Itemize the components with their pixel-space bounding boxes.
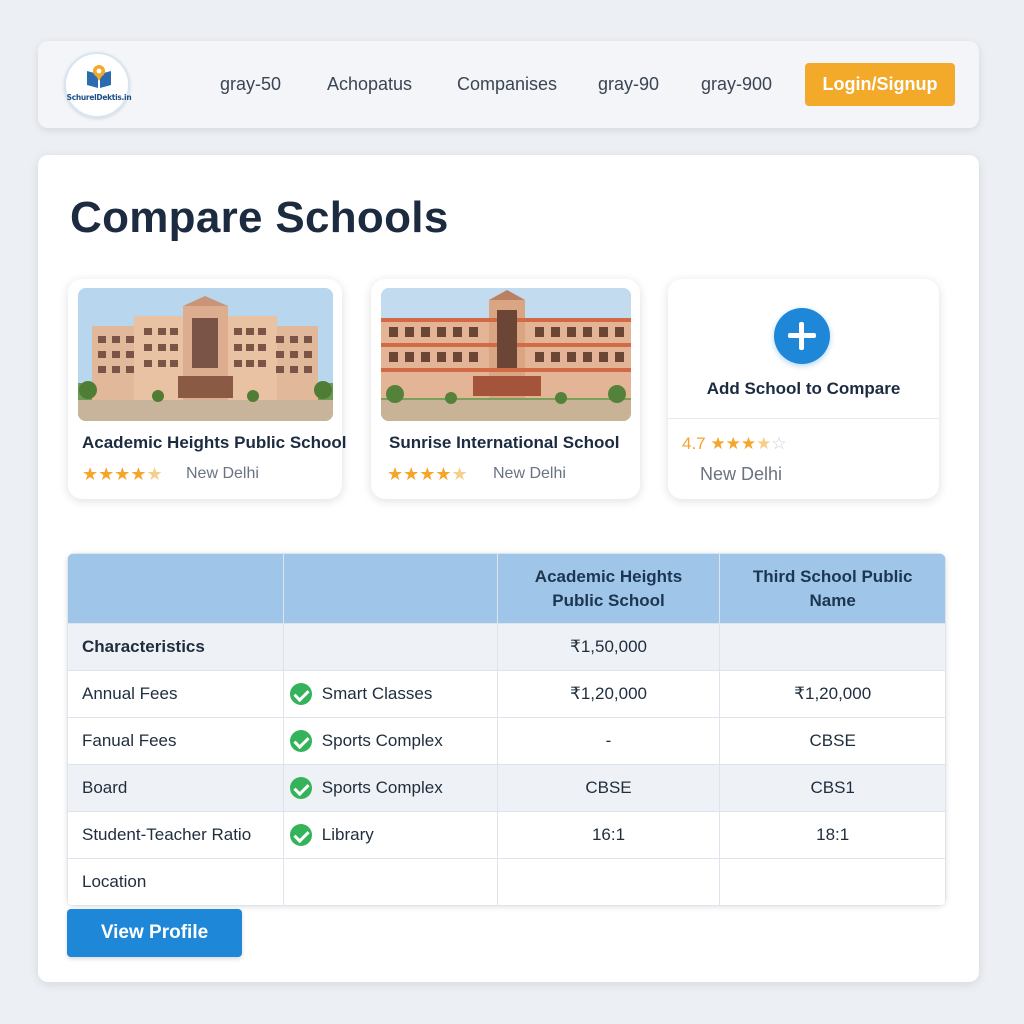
table-row: Board Sports Complex CBSE CBS1 xyxy=(67,764,946,812)
table-row: Characteristics ₹1,50,000 xyxy=(67,623,946,671)
table-row: Fanual Fees Sports Complex - CBSE xyxy=(67,717,946,765)
feature-cell: Smart Classes xyxy=(282,670,498,718)
feature-cell: Sports Complex xyxy=(282,717,498,765)
school-name: Academic Heights Public School xyxy=(82,433,347,452)
column-header xyxy=(282,553,498,624)
check-circle-icon xyxy=(289,730,312,752)
nav-item-achopatus[interactable]: Achopatus xyxy=(327,74,412,95)
school-card-academic-heights[interactable]: Academic Heights Public School ★★★★★ New… xyxy=(68,279,347,499)
row-label: Student-Teacher Ratio xyxy=(67,811,284,859)
row-label: Characteristics xyxy=(67,623,284,671)
nav-item-gray-90[interactable]: gray-90 xyxy=(598,74,659,95)
add-school-card[interactable]: Add School to Compare 4.7 ★★★★☆ New Delh… xyxy=(668,279,939,499)
value-cell: ₹1,20,000 xyxy=(719,670,946,718)
school-city: New Delhi xyxy=(186,465,259,482)
column-header-school-1: Academic Heights Public School xyxy=(496,553,721,624)
value-cell xyxy=(719,858,946,906)
school-name: Sunrise International School xyxy=(389,433,620,452)
rating-stars-icon: 4.7 ★★★★☆ xyxy=(682,434,787,453)
check-circle-icon xyxy=(289,683,312,705)
value-cell xyxy=(719,623,946,671)
value-cell: 18:1 xyxy=(719,811,946,859)
value-cell: CBS1 xyxy=(719,764,946,812)
nav-item-gray-900[interactable]: gray-900 xyxy=(701,74,772,95)
feature-cell xyxy=(282,623,498,671)
feature-cell: Sports Complex xyxy=(282,764,498,812)
page-title: Compare Schools xyxy=(70,193,449,242)
feature-cell xyxy=(282,858,498,906)
add-school-label: Add School to Compare xyxy=(706,379,901,398)
column-header xyxy=(67,553,284,624)
book-location-icon xyxy=(87,65,111,88)
table-row: Location xyxy=(67,858,946,906)
school-city: New Delhi xyxy=(493,465,566,482)
column-header-school-2: Third School Public Name xyxy=(719,553,946,624)
value-cell: ₹1,50,000 xyxy=(496,623,721,671)
compare-panel: Compare Schools Academic Heights Public … xyxy=(38,155,979,982)
row-label: Annual Fees xyxy=(67,670,284,718)
value-cell: - xyxy=(496,717,721,765)
school-city: New Delhi xyxy=(700,464,783,484)
view-profile-button[interactable]: View Profile xyxy=(67,909,242,957)
site-logo[interactable]: SchurelDektis.in xyxy=(64,52,132,118)
table-header-row: Academic Heights Public School Third Sch… xyxy=(67,553,946,624)
value-cell: CBSE xyxy=(719,717,946,765)
nav-item-companises[interactable]: Companises xyxy=(457,74,557,95)
row-label: Board xyxy=(67,764,284,812)
plus-icon[interactable] xyxy=(774,308,830,364)
check-circle-icon xyxy=(289,824,312,846)
check-circle-icon xyxy=(289,777,312,799)
comparison-table: Academic Heights Public School Third Sch… xyxy=(67,553,946,906)
value-cell: ₹1,20,000 xyxy=(496,670,721,718)
value-cell: 16:1 xyxy=(496,811,721,859)
school-photo xyxy=(381,288,631,421)
value-cell: CBSE xyxy=(496,764,721,812)
divider xyxy=(668,418,939,419)
nav-item-gray-50[interactable]: gray-50 xyxy=(220,74,281,95)
logo-text: SchurelDektis.in xyxy=(66,93,132,102)
login-signup-button[interactable]: Login/Signup xyxy=(805,63,955,106)
table-row: Annual Fees Smart Classes ₹1,20,000 ₹1,2… xyxy=(67,670,946,718)
value-cell xyxy=(496,858,721,906)
top-navbar: SchurelDektis.in gray-50 Achopatus Compa… xyxy=(38,41,979,128)
school-card-sunrise-international[interactable]: Sunrise International School ★★★★★ New D… xyxy=(371,279,640,499)
school-photo xyxy=(78,288,333,421)
rating-stars-icon: ★★★★★ xyxy=(82,464,163,484)
feature-cell: Library xyxy=(282,811,498,859)
table-row: Student-Teacher Ratio Library 16:1 18:1 xyxy=(67,811,946,859)
row-label: Location xyxy=(67,858,284,906)
row-label: Fanual Fees xyxy=(67,717,284,765)
rating-stars-icon: ★★★★★ xyxy=(387,464,468,484)
